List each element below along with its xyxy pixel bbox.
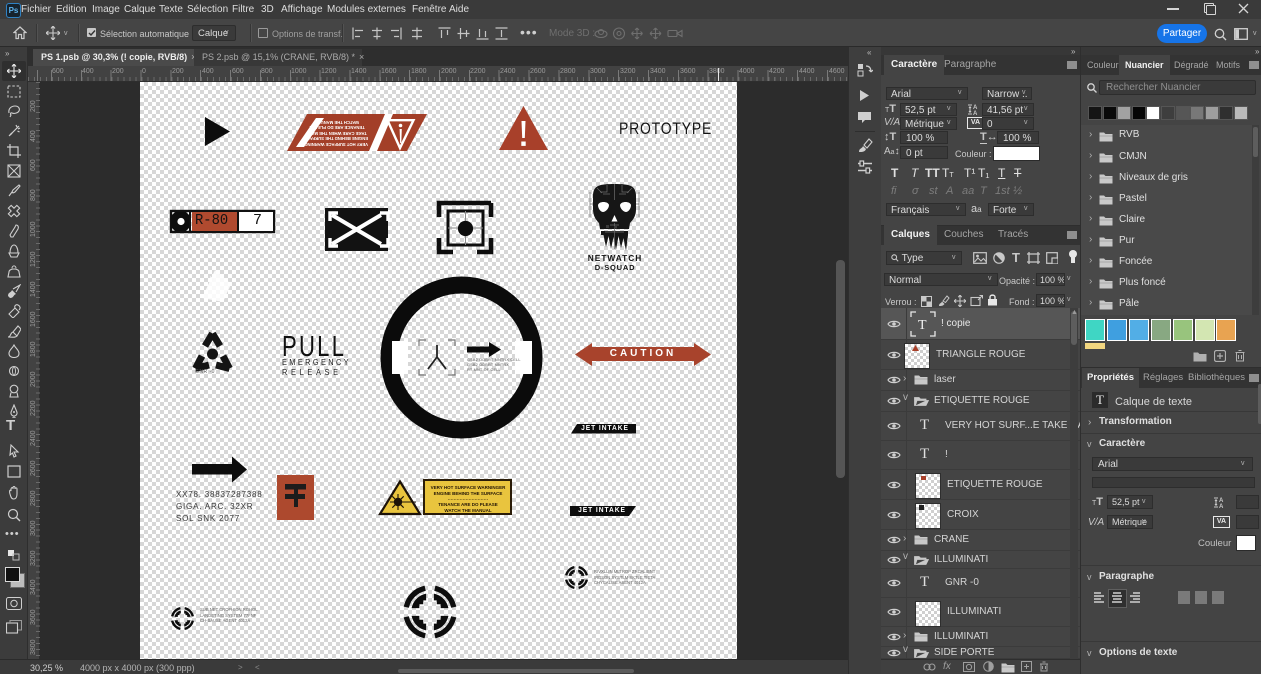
svg-text:T: T xyxy=(918,318,927,333)
svg-text:A: A xyxy=(973,111,978,116)
svg-text:A: A xyxy=(1219,504,1224,509)
